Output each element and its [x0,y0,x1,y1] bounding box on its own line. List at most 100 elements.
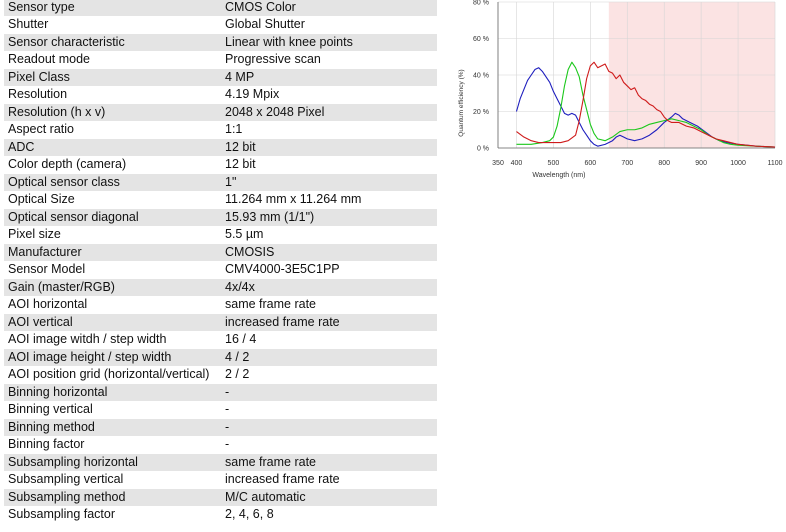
y-tick-label: 80 % [473,0,489,7]
spec-value: 4x/4x [221,278,437,296]
spec-value: 11.264 mm x 11.264 mm [221,191,437,209]
spec-value: 2048 x 2048 Pixel [221,103,437,121]
spec-label: Optical Size [4,191,221,209]
spec-label: Sensor type [4,0,221,16]
spec-label: Subsampling method [4,488,221,506]
spec-row: Resolution 4.19 Mpix [4,86,437,104]
spec-row: Pixel Class 4 MP [4,68,437,86]
spec-row: Subsampling factor 2, 4, 6, 8 [4,506,437,524]
spec-row: AOI position grid (horizontal/vertical) 2… [4,366,437,384]
spec-label: AOI vertical [4,313,221,331]
y-axis-label: Quantum efficiency (%) [458,69,465,136]
x-tick-label: 900 [695,160,707,167]
spec-row: Subsampling horizontal same frame rate [4,453,437,471]
spec-row: Binning horizontal - [4,383,437,401]
spec-value: 2 / 2 [221,366,437,384]
spec-label: Pixel size [4,226,221,244]
spec-row: Resolution (h x v) 2048 x 2048 Pixel [4,103,437,121]
x-tick-label: 1100 [767,160,782,167]
spec-label: Optical sensor class [4,173,221,191]
spec-row: Subsampling method M/C automatic [4,488,437,506]
spec-row: AOI vertical increased frame rate [4,313,437,331]
spec-label: Color depth (camera) [4,156,221,174]
spec-value: - [221,383,437,401]
spec-label: Resolution [4,86,221,104]
spec-row: Gain (master/RGB) 4x/4x [4,278,437,296]
x-tick-label: 350 [492,160,504,167]
spec-value: 1:1 [221,121,437,139]
spec-label: Subsampling factor [4,506,221,524]
spec-value: same frame rate [221,453,437,471]
spec-value: CMOSIS [221,243,437,261]
y-tick-label: 60 % [473,36,489,43]
spec-label: Manufacturer [4,243,221,261]
spec-row: Pixel size 5.5 µm [4,226,437,244]
spec-value: - [221,418,437,436]
spec-label: Optical sensor diagonal [4,208,221,226]
spec-value: Global Shutter [221,16,437,34]
spec-label: Shutter [4,16,221,34]
spec-label: Aspect ratio [4,121,221,139]
spec-row: Readout mode Progressive scan [4,51,437,69]
spec-label: Gain (master/RGB) [4,278,221,296]
spec-label: Sensor Model [4,261,221,279]
spec-label: Binning factor [4,436,221,454]
x-tick-label: 1000 [730,160,746,167]
x-tick-label: 800 [658,160,670,167]
spec-value: Progressive scan [221,51,437,69]
spec-label: AOI position grid (horizontal/vertical) [4,366,221,384]
spec-label: AOI image height / step width [4,348,221,366]
spec-value: same frame rate [221,296,437,314]
x-tick-label: 600 [584,160,596,167]
spec-row: Optical sensor class 1" [4,173,437,191]
x-tick-label: 500 [548,160,560,167]
spec-value: 1" [221,173,437,191]
spec-label: Binning horizontal [4,383,221,401]
spec-label: Sensor characteristic [4,33,221,51]
spec-row: Binning method - [4,418,437,436]
sensor-spec-rows: Sensor type CMOS Color Shutter Global Shutt… [4,0,437,524]
x-tick-label: 700 [621,160,633,167]
spec-label: Readout mode [4,51,221,69]
quantum-efficiency-chart: 350 400 500 600 700 800 900 1000 1100 0 % 20 % 40 %… [458,0,783,179]
spec-row: Optical sensor diagonal 15.93 mm (1/1") [4,208,437,226]
spec-value: 5.5 µm [221,226,437,244]
spec-row: Binning factor - [4,436,437,454]
spec-row: Color depth (camera) 12 bit [4,156,437,174]
spec-value: 4.19 Mpix [221,86,437,104]
spec-row: Manufacturer CMOSIS [4,243,437,261]
y-tick-label: 40 % [473,73,489,80]
spec-row: AOI horizontal same frame rate [4,296,437,314]
spec-label: Binning method [4,418,221,436]
spec-row: Sensor type CMOS Color [4,0,437,16]
spec-row: Subsampling vertical increased frame rate [4,471,437,489]
x-tick-label: 400 [511,160,523,167]
spec-label: Subsampling horizontal [4,453,221,471]
spec-row: ADC 12 bit [4,138,437,156]
spec-value: 15.93 mm (1/1") [221,208,437,226]
spec-value: CMV4000-3E5C1PP [221,261,437,279]
spec-label: AOI image witdh / step width [4,331,221,349]
spec-label: AOI horizontal [4,296,221,314]
spec-value: - [221,401,437,419]
spec-row: AOI image height / step width 4 / 2 [4,348,437,366]
spec-value: increased frame rate [221,313,437,331]
spec-row: Optical Size 11.264 mm x 11.264 mm [4,191,437,209]
spec-label: Subsampling vertical [4,471,221,489]
spec-value: increased frame rate [221,471,437,489]
spec-row: Shutter Global Shutter [4,16,437,34]
x-axis-label: Wavelength (nm) [532,172,585,179]
spec-label: Binning vertical [4,401,221,419]
spec-value: - [221,436,437,454]
sensor-spec-table: Sensor type CMOS Color Shutter Global Shutt… [4,0,437,524]
spec-value: 12 bit [221,156,437,174]
spec-value: 4 MP [221,68,437,86]
spec-value: Linear with knee points [221,33,437,51]
spec-label: ADC [4,138,221,156]
spec-label: Resolution (h x v) [4,103,221,121]
y-tick-label: 20 % [473,109,489,116]
spec-row: Sensor Model CMV4000-3E5C1PP [4,261,437,279]
spec-row: AOI image witdh / step width 16 / 4 [4,331,437,349]
spec-value: 12 bit [221,138,437,156]
spec-row: Aspect ratio 1:1 [4,121,437,139]
